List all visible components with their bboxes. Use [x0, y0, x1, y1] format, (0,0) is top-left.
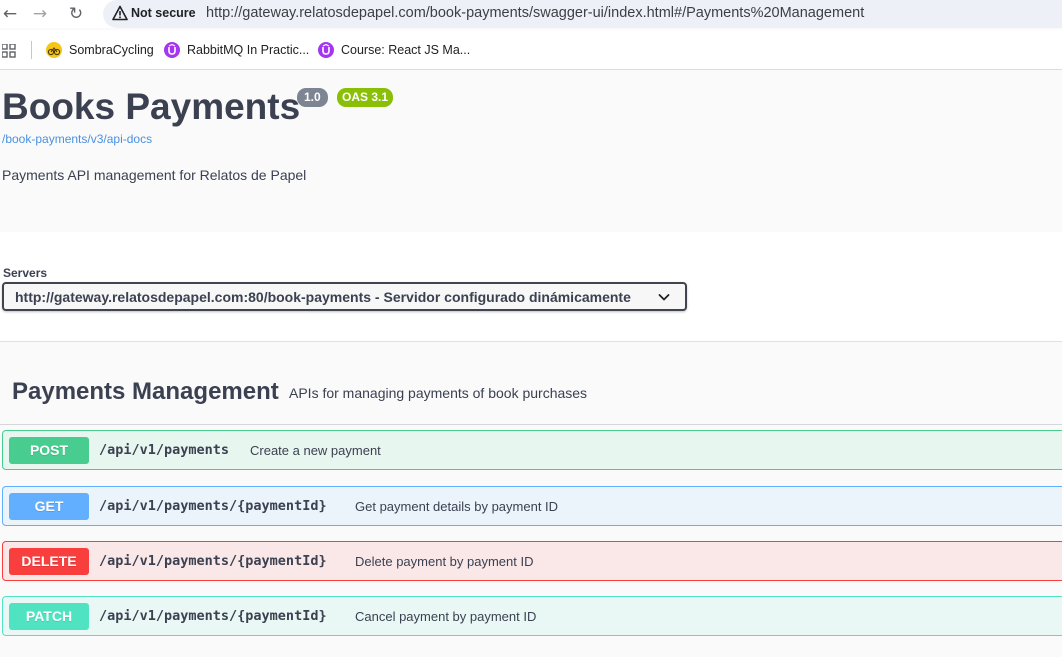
course-icon: [164, 42, 180, 58]
chevron-down-icon: [658, 294, 670, 301]
operation-path: /api/v1/payments/{paymentId}: [99, 498, 327, 514]
method-badge: DELETE: [9, 548, 89, 575]
operation-path: /api/v1/payments/{paymentId}: [99, 608, 327, 624]
page-title: Books Payments: [2, 86, 301, 127]
bookmark-label: Course: React JS Ma...: [341, 43, 471, 57]
operation-summary: Cancel payment by payment ID: [355, 609, 537, 624]
operation-path: /api/v1/payments/{paymentId}: [99, 553, 327, 569]
bookmark-label: SombraCycling: [69, 43, 154, 57]
cycling-icon: [46, 42, 62, 58]
reload-icon[interactable]: ↻: [66, 4, 86, 24]
bookmarks-bar: SombraCycling RabbitMQ In Practic... Cou…: [0, 30, 1062, 70]
apps-grid-icon[interactable]: [2, 44, 16, 58]
operation-patch-payment[interactable]: PATCH /api/v1/payments/{paymentId} Cance…: [2, 596, 1062, 636]
url-text[interactable]: http://gateway.relatosdepapel.com/book-p…: [206, 5, 864, 21]
address-bar[interactable]: Not secure http://gateway.relatosdepapel…: [103, 0, 1062, 28]
course-icon: [318, 42, 334, 58]
servers-label: Servers: [3, 266, 48, 280]
method-badge: POST: [9, 437, 89, 464]
operation-summary: Get payment details by payment ID: [355, 499, 559, 514]
tag-header-payments-management[interactable]: Payments Management APIs for managing pa…: [0, 365, 1062, 425]
operation-get-payment[interactable]: GET /api/v1/payments/{paymentId} Get pay…: [2, 486, 1062, 526]
api-docs-link[interactable]: /book-payments/v3/api-docs: [2, 132, 152, 146]
bookmark-react-course[interactable]: Course: React JS Ma...: [318, 41, 470, 59]
server-selected-value: http://gateway.relatosdepapel.com:80/boo…: [15, 289, 631, 305]
browser-toolbar: ← → ↻ Not secure http://gateway.relatosd…: [0, 0, 1062, 28]
tag-description: APIs for managing payments of book purch…: [289, 385, 588, 401]
bookmarks-separator: [31, 41, 32, 59]
servers-section: Servers http://gateway.relatosdepapel.co…: [0, 232, 1062, 342]
not-secure-label[interactable]: Not secure: [131, 6, 196, 20]
operation-delete-payment[interactable]: DELETE /api/v1/payments/{paymentId} Dele…: [2, 541, 1062, 581]
bookmark-rabbitmq[interactable]: RabbitMQ In Practic...: [164, 41, 309, 59]
api-info: Books Payments 1.0 OAS 3.1 /book-payment…: [0, 71, 1062, 232]
forward-arrow-icon[interactable]: →: [30, 4, 50, 24]
bookmark-sombracycling[interactable]: SombraCycling: [46, 41, 154, 59]
server-select[interactable]: http://gateway.relatosdepapel.com:80/boo…: [2, 282, 687, 311]
operation-post-payments[interactable]: POST /api/v1/payments Create a new payme…: [2, 430, 1062, 470]
method-badge: PATCH: [9, 603, 89, 630]
bookmark-label: RabbitMQ In Practic...: [187, 43, 310, 57]
tag-name: Payments Management: [12, 378, 279, 405]
api-description: Payments API management for Relatos de P…: [2, 167, 307, 183]
method-badge: GET: [9, 493, 89, 520]
oas-badge: OAS 3.1: [337, 88, 394, 107]
operation-summary: Create a new payment: [250, 443, 381, 458]
operation-path: /api/v1/payments: [99, 442, 230, 458]
operation-summary: Delete payment by payment ID: [355, 554, 534, 569]
back-arrow-icon[interactable]: ←: [0, 4, 20, 24]
version-badge: 1.0: [297, 88, 328, 107]
warning-icon[interactable]: [112, 5, 128, 21]
